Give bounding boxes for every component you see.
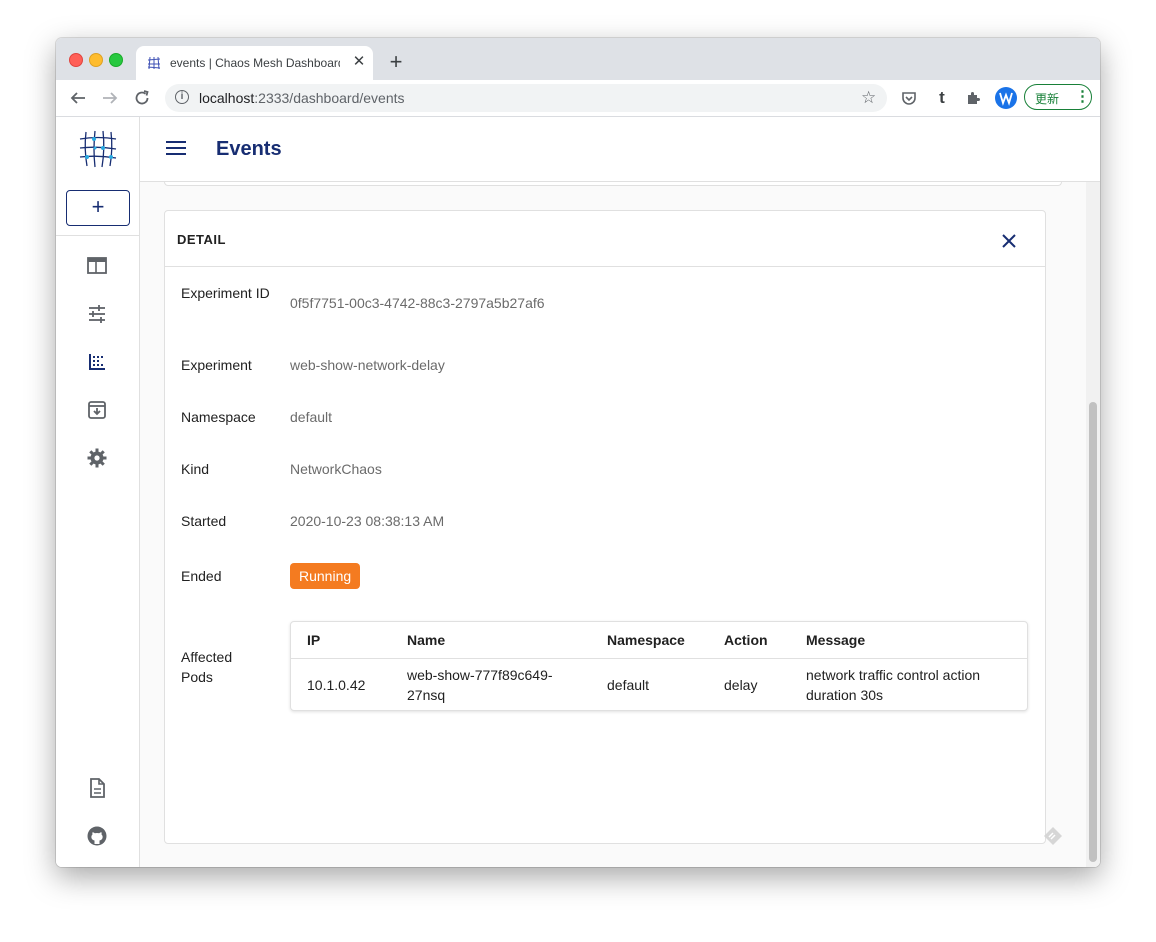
started-label: Started <box>181 513 227 529</box>
sidebar: + <box>56 117 140 867</box>
pod-name: web-show-777f89c649-27nsq <box>407 667 553 703</box>
tab-close-icon[interactable]: ✕ <box>351 54 367 70</box>
address-bar[interactable]: i localhost:2333/dashboard/events ☆ <box>165 84 887 112</box>
browser-toolbar: i localhost:2333/dashboard/events ☆ t 更新… <box>56 80 1100 117</box>
update-button[interactable]: 更新 ⋮ <box>1024 84 1092 110</box>
new-experiment-button[interactable]: + <box>66 190 130 226</box>
experiment-id-value: 0f5f7751-00c3-4742-88c3-2797a5b27af6 <box>290 295 545 311</box>
profile-avatar[interactable] <box>995 87 1017 109</box>
url-path: :2333/dashboard/events <box>254 90 405 106</box>
experiment-label: Experiment <box>181 357 252 373</box>
update-label: 更新 <box>1035 92 1060 106</box>
pod-namespace: default <box>607 677 650 693</box>
pocket-icon <box>902 92 916 105</box>
chaos-mesh-favicon-icon <box>147 56 161 70</box>
tab-strip: events | Chaos Mesh Dashboard ✕ + <box>56 38 1100 80</box>
namespace-value: default <box>290 409 333 425</box>
column-header-name: Name <box>407 632 446 648</box>
experiments-icon[interactable] <box>86 303 108 325</box>
reload-button[interactable] <box>130 86 154 110</box>
table-header-divider <box>291 658 1027 659</box>
github-icon[interactable] <box>86 825 108 847</box>
experiment-id-label: Experiment ID <box>181 285 270 301</box>
maximize-window-button[interactable] <box>109 53 123 67</box>
events-icon[interactable] <box>86 351 108 373</box>
close-window-button[interactable] <box>69 53 83 67</box>
arrow-right-icon <box>103 92 118 104</box>
menu-icon[interactable] <box>166 140 186 156</box>
tab-title: events | Chaos Mesh Dashboard <box>170 56 340 70</box>
site-info-icon[interactable]: i <box>175 90 189 104</box>
experiment-value: web-show-network-delay <box>290 357 445 373</box>
back-button[interactable] <box>66 86 90 110</box>
column-header-message: Message <box>806 632 866 648</box>
archives-icon[interactable] <box>86 399 108 421</box>
sidebar-divider <box>56 235 139 236</box>
pod-action: delay <box>724 677 758 693</box>
detail-header: DETAIL <box>165 211 1045 267</box>
pod-message: network traffic control action duration … <box>806 667 981 703</box>
namespace-label: Namespace <box>181 409 256 425</box>
ended-label: Ended <box>181 568 222 584</box>
previous-card-edge <box>164 182 1062 186</box>
chaos-mesh-logo-icon[interactable] <box>78 129 118 169</box>
extensions-puzzle-icon[interactable] <box>963 88 983 108</box>
arrow-left-icon <box>70 92 85 104</box>
settings-icon[interactable] <box>86 447 108 469</box>
feedback-icon[interactable] <box>1043 826 1063 846</box>
forward-button[interactable] <box>98 86 122 110</box>
event-detail-card: DETAIL Experiment ID 0f5f7751-00c3-4742-… <box>164 210 1046 844</box>
avatar-icon <box>999 92 1013 106</box>
overview-icon[interactable] <box>86 255 108 277</box>
browser-menu-icon[interactable]: ⋮ <box>1075 88 1090 106</box>
tumblr-extension-icon[interactable]: t <box>932 88 952 108</box>
url-host: localhost <box>199 90 255 106</box>
scrollbar-thumb[interactable] <box>1089 402 1097 862</box>
puzzle-icon <box>968 92 980 104</box>
docs-icon[interactable] <box>86 777 108 799</box>
affected-pods-label: Affected Pods <box>181 649 233 685</box>
minimize-window-button[interactable] <box>89 53 103 67</box>
main-content: DETAIL Experiment ID 0f5f7751-00c3-4742-… <box>140 182 1086 867</box>
scrollbar[interactable] <box>1086 182 1100 867</box>
affected-pods-table: IP Name Namespace Action Message 10.1.0.… <box>290 621 1028 711</box>
kind-value: NetworkChaos <box>290 461 382 477</box>
reload-icon <box>135 90 149 105</box>
detail-title: DETAIL <box>177 232 226 247</box>
new-tab-button[interactable]: + <box>386 51 406 73</box>
pod-ip: 10.1.0.42 <box>307 677 366 693</box>
status-badge: Running <box>290 563 361 589</box>
bookmark-star-icon[interactable]: ☆ <box>861 88 876 108</box>
app-bar: Events <box>140 117 1100 182</box>
url-text[interactable]: localhost:2333/dashboard/events <box>199 90 405 106</box>
column-header-namespace: Namespace <box>607 632 685 648</box>
column-header-ip: IP <box>307 632 321 648</box>
browser-window: events | Chaos Mesh Dashboard ✕ + i loca… <box>56 38 1100 867</box>
started-value: 2020-10-23 08:38:13 AM <box>290 513 445 529</box>
page-title: Events <box>216 138 282 160</box>
close-icon[interactable] <box>997 229 1021 253</box>
dashboard-app: + Events DETAIL Experiment ID 0f5f7751-0… <box>56 117 1100 867</box>
column-header-action: Action <box>724 632 768 648</box>
browser-tab[interactable]: events | Chaos Mesh Dashboard ✕ <box>136 46 373 80</box>
pocket-extension-icon[interactable] <box>899 88 919 108</box>
kind-label: Kind <box>181 461 210 477</box>
